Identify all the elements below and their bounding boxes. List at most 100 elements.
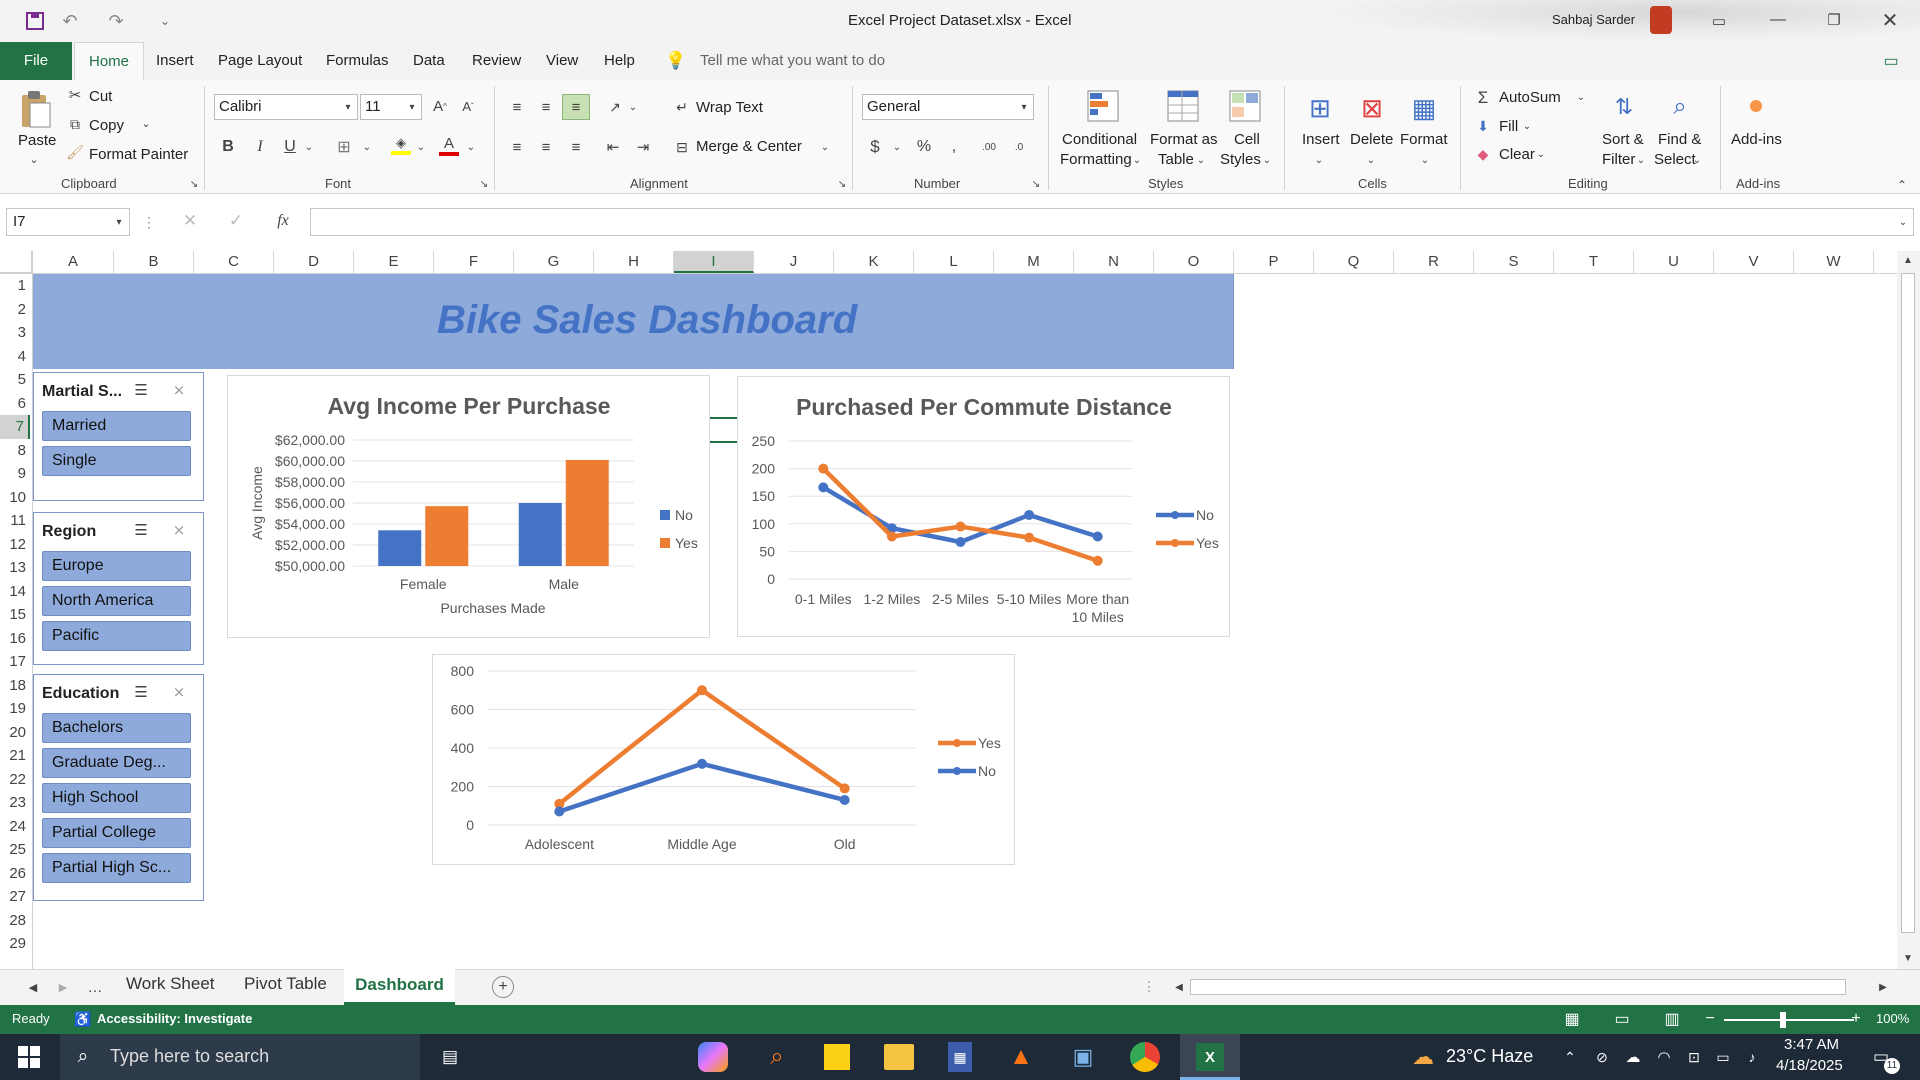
format-painter-button[interactable]: Format Painter [89,146,188,163]
underline-dropdown-icon[interactable]: ⌄ [304,136,314,158]
new-sheet-icon[interactable]: + [492,976,514,998]
format-as-table-label-2[interactable]: Table [1158,151,1194,168]
column-header-b[interactable]: B [114,251,194,273]
vertical-scroll-thumb[interactable] [1901,273,1915,933]
slicer-education[interactable]: Education ☰ ⨯ Bachelors Graduate Deg... … [33,674,204,901]
number-launcher-icon[interactable]: ↘ [1030,178,1042,190]
column-header-v[interactable]: V [1714,251,1794,273]
borders-icon[interactable]: ⊞ [334,136,354,158]
column-header-j[interactable]: J [754,251,834,273]
sort-filter-label-1[interactable]: Sort & [1602,131,1644,148]
tab-review[interactable]: Review [472,52,521,69]
autosum-dropdown-icon[interactable]: ⌄ [1576,88,1586,106]
multi-select-icon[interactable]: ☰ [130,379,152,401]
enter-icon[interactable]: ✓ [226,210,246,232]
row-header-29[interactable]: 29 [0,932,30,956]
tab-insert[interactable]: Insert [156,52,194,69]
row-header-26[interactable]: 26 [0,862,30,886]
expand-formula-icon[interactable]: ⌄ [1896,212,1910,232]
clear-dropdown-icon[interactable]: ⌄ [1536,146,1546,162]
file-explorer-icon[interactable] [884,1044,914,1070]
increase-decimal-icon[interactable]: .00 [978,136,1000,158]
align-right-icon[interactable]: ≡ [565,136,587,158]
insert-cells-button[interactable]: Insert [1302,131,1340,148]
row-header-20[interactable]: 20 [0,721,30,745]
increase-font-icon[interactable]: A ^ [430,96,450,116]
multi-select-icon[interactable]: ☰ [130,681,152,703]
weather-text[interactable]: 23°C Haze [1446,1046,1533,1067]
slicer-item-pacific[interactable]: Pacific [42,621,191,651]
column-header-s[interactable]: S [1474,251,1554,273]
font-name-chevron-icon[interactable]: ▾ [342,98,354,116]
vlc-icon[interactable]: ▲ [1006,1042,1036,1072]
font-size-chevron-icon[interactable]: ▾ [406,98,418,116]
slicer-region[interactable]: Region ☰ ⨯ Europe North America Pacific [33,512,204,665]
meet-now-icon[interactable]: ⊘ [1592,1046,1612,1068]
row-header-22[interactable]: 22 [0,768,30,792]
column-header-t[interactable]: T [1554,251,1634,273]
font-name-dropdown[interactable]: Calibri [214,94,358,120]
find-select-label-1[interactable]: Find & [1658,131,1701,148]
paste-dropdown-icon[interactable]: ⌄ [28,152,40,166]
row-header-21[interactable]: 21 [0,744,30,768]
increase-indent-icon[interactable]: ⇥ [632,136,654,158]
select-all-corner[interactable] [0,251,32,273]
column-header-w[interactable]: W [1794,251,1874,273]
row-header-23[interactable]: 23 [0,791,30,815]
zoom-slider-thumb[interactable] [1780,1012,1786,1028]
currency-dropdown-icon[interactable]: ⌄ [892,136,902,158]
zoom-level[interactable]: 100% [1876,1011,1909,1026]
tab-home[interactable]: Home [74,42,144,80]
tell-me-search[interactable]: Tell me what you want to do [700,52,885,69]
tab-page-layout[interactable]: Page Layout [218,52,302,69]
fill-dropdown-icon[interactable]: ⌄ [1522,118,1532,134]
row-header-3[interactable]: 3 [0,321,30,345]
slicer-item-married[interactable]: Married [42,411,191,441]
avatar[interactable] [1650,6,1672,34]
row-header-9[interactable]: 9 [0,462,30,486]
copy-dropdown-icon[interactable]: ⌄ [140,116,152,130]
align-middle-icon[interactable]: ≡ [535,96,557,118]
page-break-view-icon[interactable]: ▥ [1660,1009,1684,1029]
slicer-item-bachelors[interactable]: Bachelors [42,713,191,743]
slicer-item-north-america[interactable]: North America [42,586,191,616]
row-header-4[interactable]: 4 [0,345,30,369]
column-header-u[interactable]: U [1634,251,1714,273]
autosum-button[interactable]: AutoSum [1499,89,1561,106]
column-header-m[interactable]: M [994,251,1074,273]
windows-start-icon[interactable] [16,1044,42,1070]
wifi-icon[interactable]: ◠ [1654,1046,1674,1068]
user-name[interactable]: Sahbaj Sarder [1552,12,1635,27]
save-icon[interactable] [24,10,46,32]
row-header-18[interactable]: 18 [0,674,30,698]
multi-select-icon[interactable]: ☰ [130,519,152,541]
cell-styles-label-1[interactable]: Cell [1234,131,1260,148]
scroll-right-icon[interactable]: ▶ [1876,980,1890,994]
clock-time[interactable]: 3:47 AM [1784,1036,1839,1053]
tab-formulas[interactable]: Formulas [326,52,389,69]
accessibility-status[interactable]: Accessibility: Investigate [97,1011,252,1026]
chart-commute-distance[interactable]: Purchased Per Commute Distance 0 50 100 150 2… [737,376,1230,637]
scroll-down-icon[interactable]: ▼ [1901,951,1915,965]
row-header-16[interactable]: 16 [0,627,30,651]
row-header-13[interactable]: 13 [0,556,30,580]
decrease-font-icon[interactable]: Aˇ [458,96,478,116]
task-view-icon[interactable]: ▤ [438,1046,462,1068]
row-header-14[interactable]: 14 [0,580,30,604]
find-select-label-2[interactable]: Select [1654,151,1696,168]
merge-center-button[interactable]: Merge & Center [696,138,802,155]
clear-filter-icon[interactable]: ⨯ [168,519,190,541]
underline-icon[interactable]: U [280,136,300,158]
scroll-up-icon[interactable]: ▲ [1901,253,1915,267]
row-header-6[interactable]: 6 [0,392,30,416]
comments-icon[interactable]: ▭ [1880,50,1902,72]
tab-split-icon[interactable]: ⋮ [1143,978,1156,996]
align-left-icon[interactable]: ≡ [506,136,528,158]
font-launcher-icon[interactable]: ↘ [478,178,490,190]
formula-input[interactable] [310,208,1914,236]
conditional-formatting-label-2[interactable]: Formatting [1060,151,1132,168]
redo-icon[interactable]: ↷ [106,10,126,32]
row-header-8[interactable]: 8 [0,439,30,463]
row-header-1[interactable]: 1 [0,274,30,298]
clear-filter-icon[interactable]: ⨯ [168,681,190,703]
